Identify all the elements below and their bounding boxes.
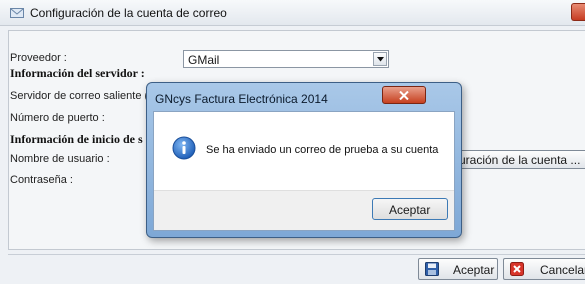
provider-select[interactable]: GMail <box>183 50 389 68</box>
dialog-body: Se ha enviado un correo de prueba a su c… <box>153 111 455 231</box>
dialog-button-bar: Aceptar <box>154 190 454 230</box>
username-label: Nombre de usuario : <box>10 153 110 165</box>
account-config-button-label: uración de la cuenta ... <box>459 153 581 167</box>
smtp-server-label: Servidor de correo saliente (S <box>10 90 156 102</box>
cancel-button-label: Cancelar <box>540 263 585 277</box>
server-section-heading: Información del servidor : <box>10 66 145 80</box>
dialog-close-button[interactable] <box>382 86 426 104</box>
chevron-down-icon[interactable] <box>373 52 387 66</box>
footer-divider <box>8 254 585 255</box>
dialog-ok-button[interactable]: Aceptar <box>372 198 448 220</box>
message-dialog: GNcys Factura Electrónica 2014 Se ha env… <box>146 82 462 238</box>
provider-select-value: GMail <box>188 53 220 67</box>
login-section-heading: Información de inicio de s <box>10 132 143 146</box>
accept-button[interactable]: Aceptar <box>418 258 498 280</box>
dialog-title: GNcys Factura Electrónica 2014 <box>155 92 328 106</box>
window-titlebar: Configuración de la cuenta de correo <box>0 0 585 26</box>
info-icon <box>172 136 196 160</box>
provider-label: Proveedor : <box>10 52 67 64</box>
window-close-button[interactable] <box>571 3 585 21</box>
cancel-button[interactable]: Cancelar <box>503 258 585 280</box>
window-title: Configuración de la cuenta de correo <box>30 6 227 20</box>
cancel-x-icon <box>510 262 524 276</box>
password-label: Contraseña : <box>10 174 73 186</box>
account-config-button[interactable]: uración de la cuenta ... <box>452 150 585 169</box>
dialog-message-area: Se ha enviado un correo de prueba a su c… <box>154 112 454 190</box>
save-icon <box>425 262 439 276</box>
accept-button-label: Aceptar <box>453 263 495 277</box>
port-label: Número de puerto : <box>10 112 105 124</box>
dialog-message: Se ha enviado un correo de prueba a su c… <box>206 144 439 156</box>
mail-app-icon <box>10 8 24 18</box>
dialog-ok-button-label: Aceptar <box>389 203 431 217</box>
